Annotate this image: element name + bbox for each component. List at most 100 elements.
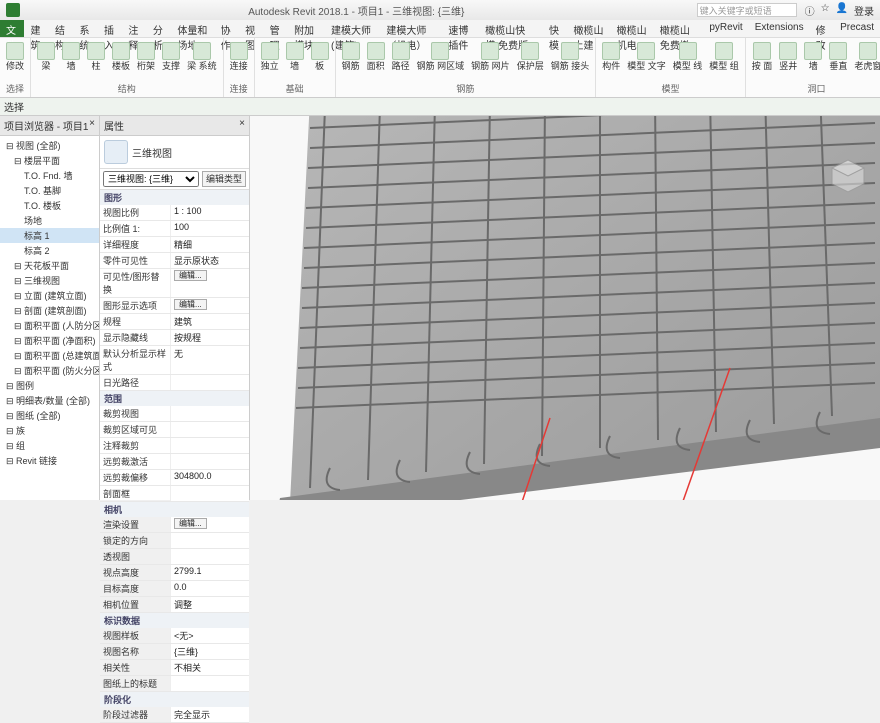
prop-row[interactable]: 相关性不相关	[100, 660, 249, 676]
ribbon-btn[interactable]: 独立	[259, 41, 281, 72]
prop-row[interactable]: 视点高度2799.1	[100, 565, 249, 581]
prop-row[interactable]: 相机位置调整	[100, 597, 249, 613]
tree-node[interactable]: ⊟ 图纸 (全部)	[0, 408, 99, 423]
tree-node[interactable]: ⊟ 面积平面 (人防分区面积)	[0, 318, 99, 333]
prop-row[interactable]: 裁剪区域可见	[100, 422, 249, 438]
menu-tab-6[interactable]: 分析	[147, 20, 171, 37]
tree-node[interactable]: 标高 2	[0, 243, 99, 258]
prop-row[interactable]: 视图比例1 : 100	[100, 205, 249, 221]
prop-row[interactable]: 透视图	[100, 549, 249, 565]
type-selector[interactable]: 三维视图: {三维}	[103, 171, 199, 187]
menu-tab-22[interactable]: 修改	[810, 20, 834, 37]
ribbon-btn[interactable]: 钢筋	[340, 41, 362, 72]
ribbon-btn[interactable]: 楼板	[110, 41, 132, 72]
ribbon-btn[interactable]: 模型 文字	[625, 41, 668, 72]
tree-node[interactable]: ⊟ 视图 (全部)	[0, 138, 99, 153]
menu-tab-20[interactable]: pyRevit	[703, 20, 748, 37]
prop-row[interactable]: 比例值 1:100	[100, 221, 249, 237]
tree-node[interactable]: T.O. 基脚	[0, 183, 99, 198]
menu-tab-4[interactable]: 插入	[98, 20, 122, 37]
ribbon-btn[interactable]: 按 面	[750, 41, 775, 72]
menu-tab-13[interactable]: 建模大师（机电）	[380, 20, 442, 37]
ribbon-btn[interactable]: 钢筋 网片	[469, 41, 512, 72]
menu-tab-17[interactable]: 橄榄山土建	[567, 20, 610, 37]
edit-type-button[interactable]: 编辑类型	[202, 171, 246, 187]
ribbon-btn[interactable]: 模型 线	[671, 41, 705, 72]
menu-tab-15[interactable]: 橄榄山快模.免费版	[479, 20, 543, 37]
ribbon-btn[interactable]: 支撑	[160, 41, 182, 72]
menu-tab-2[interactable]: 结构	[49, 20, 73, 37]
prop-row[interactable]: 注释裁剪	[100, 438, 249, 454]
menu-tab-7[interactable]: 体量和场地	[171, 20, 214, 37]
tree-node[interactable]: ⊟ 面积平面 (防火分区面积)	[0, 363, 99, 378]
prop-row[interactable]: 图纸上的标题	[100, 676, 249, 692]
prop-row[interactable]: 远剪裁偏移304800.0	[100, 470, 249, 486]
menu-tab-19[interactable]: 橄榄山免费撤	[654, 20, 703, 37]
ribbon-btn[interactable]: 保护层	[515, 41, 546, 72]
tree-node[interactable]: ⊟ 面积平面 (总建筑面积)	[0, 348, 99, 363]
tree-node[interactable]: 场地	[0, 213, 99, 228]
ribbon-btn[interactable]: 钢筋 网区域	[415, 41, 467, 72]
ribbon-btn[interactable]: 梁	[35, 41, 57, 72]
tree-node[interactable]: T.O. 楼板	[0, 198, 99, 213]
menu-tab-5[interactable]: 注释	[122, 20, 146, 37]
search-input[interactable]: 键入关键字或短语	[697, 3, 797, 17]
menu-tab-0[interactable]: 文件	[0, 20, 24, 37]
ribbon-btn[interactable]: 墙	[802, 41, 824, 72]
menu-tab-10[interactable]: 管理	[264, 20, 288, 37]
tree-node[interactable]: 标高 1	[0, 228, 99, 243]
menu-tab-9[interactable]: 视图	[239, 20, 263, 37]
ribbon-btn[interactable]: 老虎窗	[852, 41, 880, 72]
ribbon-btn[interactable]: 路径	[390, 41, 412, 72]
ribbon-btn[interactable]: 垂直	[827, 41, 849, 72]
menu-tab-14[interactable]: 速博插件	[442, 20, 479, 37]
ribbon-btn[interactable]: 模型 组	[707, 41, 741, 72]
prop-row[interactable]: 阶段过滤器完全显示	[100, 707, 249, 723]
prop-row[interactable]: 默认分析显示样式无	[100, 346, 249, 375]
ribbon-btn[interactable]: 竖井	[777, 41, 799, 72]
user-icon[interactable]: 👤	[836, 3, 848, 18]
ribbon-btn[interactable]: 面积	[365, 41, 387, 72]
close-icon[interactable]: ×	[89, 118, 95, 133]
tree-node[interactable]: ⊟ 剖面 (建筑剖面)	[0, 303, 99, 318]
prop-row[interactable]: 显示隐藏线按规程	[100, 330, 249, 346]
ribbon-btn[interactable]: 连接	[228, 41, 250, 72]
prop-row[interactable]: 渲染设置编辑...	[100, 517, 249, 533]
menu-tab-3[interactable]: 系统	[73, 20, 97, 37]
close-icon[interactable]: ×	[239, 118, 245, 133]
tree-node[interactable]: ⊟ 立面 (建筑立面)	[0, 288, 99, 303]
prop-row[interactable]: 规程建筑	[100, 314, 249, 330]
tree-node[interactable]: ⊟ 三维视图	[0, 273, 99, 288]
menu-tab-12[interactable]: 建模大师 (建筑)	[325, 20, 380, 37]
tree-node[interactable]: ⊟ 图例	[0, 378, 99, 393]
menu-tab-1[interactable]: 建筑	[24, 20, 48, 37]
tree-node[interactable]: ⊟ 楼层平面	[0, 153, 99, 168]
tree-node[interactable]: ⊟ 面积平面 (净面积)	[0, 333, 99, 348]
menu-tab-11[interactable]: 附加模块	[288, 20, 325, 37]
star-icon[interactable]: ☆	[821, 3, 830, 18]
info-icon[interactable]: ⓘ	[805, 3, 815, 18]
view-cube[interactable]	[828, 156, 868, 196]
prop-row[interactable]: 视图样板<无>	[100, 628, 249, 644]
ribbon-btn[interactable]: 梁 系统	[185, 41, 219, 72]
tree-node[interactable]: ⊟ 天花板平面	[0, 258, 99, 273]
ribbon-btn[interactable]: 钢筋 接头	[549, 41, 592, 72]
tree-node[interactable]: T.O. Fnd. 墙	[0, 168, 99, 183]
ribbon-btn[interactable]: 柱	[85, 41, 107, 72]
ribbon-btn[interactable]: 构件	[600, 41, 622, 72]
ribbon-btn[interactable]: 墙	[60, 41, 82, 72]
menu-tab-23[interactable]: Precast	[834, 20, 880, 37]
prop-row[interactable]: 可见性/图形替换编辑...	[100, 269, 249, 298]
ribbon-btn[interactable]: 桁架	[135, 41, 157, 72]
menu-tab-21[interactable]: Extensions	[749, 20, 810, 37]
prop-row[interactable]: 远剪裁激活	[100, 454, 249, 470]
prop-row[interactable]: 详细程度精细	[100, 237, 249, 253]
prop-row[interactable]: 零件可见性显示原状态	[100, 253, 249, 269]
ribbon-btn[interactable]: 板	[309, 41, 331, 72]
prop-row[interactable]: 裁剪视图	[100, 406, 249, 422]
login-link[interactable]: 登录	[854, 3, 874, 18]
ribbon-btn[interactable]: 修改	[4, 41, 26, 72]
prop-row[interactable]: 目标高度0.0	[100, 581, 249, 597]
menu-tab-18[interactable]: 橄榄山机电	[611, 20, 654, 37]
tree-node[interactable]: ⊟ Revit 链接	[0, 453, 99, 468]
